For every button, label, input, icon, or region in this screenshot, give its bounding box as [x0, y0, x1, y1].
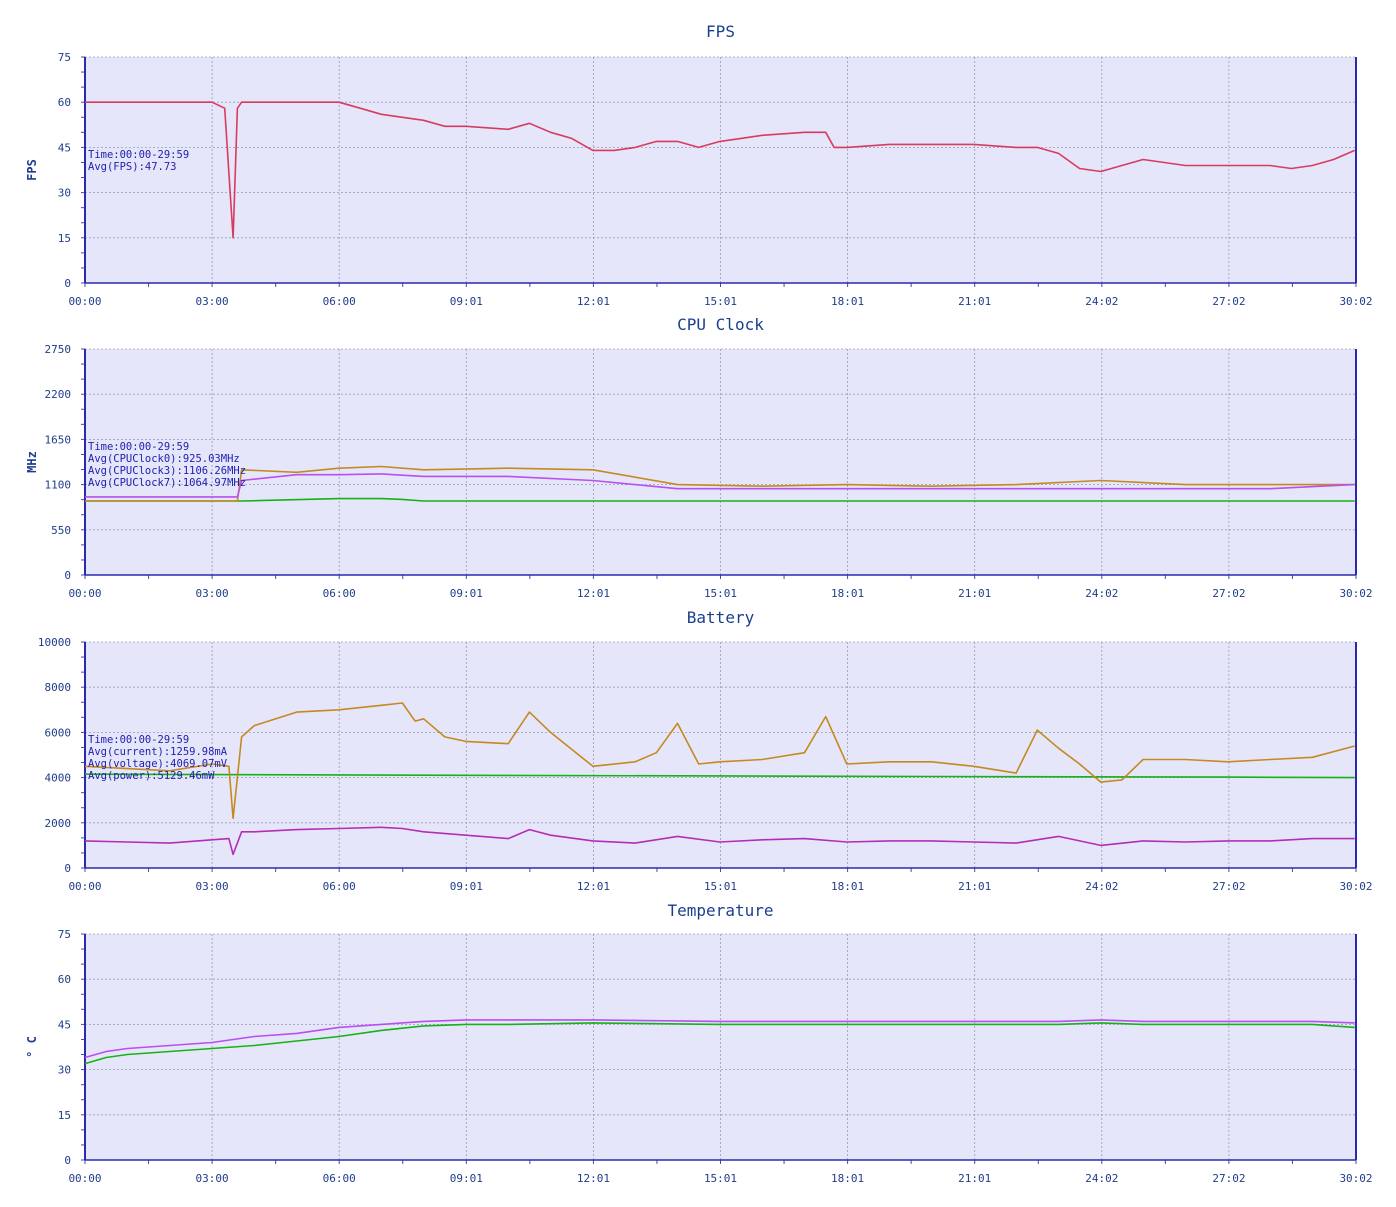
x-tick-label: 03:00: [196, 1172, 229, 1185]
x-tick-label: 06:00: [323, 295, 356, 308]
performance-charts: 0 15 30 45 60 75 00:00 03:00 06:00 09:01 12:01 15:0…: [25, 22, 1373, 1185]
x-tick-label: 06:00: [323, 587, 356, 600]
x-tick-label: 21:01: [958, 587, 991, 600]
x-tick-label: 00:00: [68, 587, 101, 600]
x-tick-label: 09:01: [450, 880, 483, 893]
annotation: Avg(current):1259.98mA: [88, 746, 228, 758]
y-tick-label: 2750: [45, 343, 72, 356]
x-tick-label: 12:01: [577, 587, 610, 600]
y-axis-label: MHz: [25, 451, 39, 473]
y-tick-label: 75: [58, 51, 71, 64]
x-tick-label: 18:01: [831, 1172, 864, 1185]
x-tick-label: 15:01: [704, 295, 737, 308]
annotation: Avg(CPUClock0):925.03MHz: [88, 453, 240, 465]
y-tick-label: 0: [64, 1154, 71, 1167]
y-axis-label: ° C: [25, 1036, 39, 1058]
y-axis-label: FPS: [25, 159, 39, 181]
y-tick-label: 2200: [45, 388, 72, 401]
x-tick-label: 21:01: [958, 880, 991, 893]
x-tick-label: 06:00: [323, 1172, 356, 1185]
y-tick-label: 550: [51, 524, 71, 537]
x-tick-label: 30:02: [1339, 295, 1372, 308]
x-tick-label: 27:02: [1212, 587, 1245, 600]
x-tick-label: 03:00: [196, 587, 229, 600]
y-tick-label: 0: [64, 862, 71, 875]
chart-title: CPU Clock: [677, 315, 764, 334]
x-tick-label: 24:02: [1085, 1172, 1118, 1185]
x-tick-label: 03:00: [196, 880, 229, 893]
x-tick-label: 12:01: [577, 1172, 610, 1185]
x-tick-label: 09:01: [450, 295, 483, 308]
y-tick-label: 15: [58, 1109, 71, 1122]
chart-title: Temperature: [668, 901, 774, 920]
x-tick-label: 27:02: [1212, 1172, 1245, 1185]
y-tick-label: 0: [64, 277, 71, 290]
y-tick-label: 15: [58, 232, 71, 245]
annotation: Time:00:00-29:59: [88, 149, 189, 161]
chart-title: FPS: [706, 22, 735, 41]
x-tick-label: 12:01: [577, 880, 610, 893]
y-tick-label: 45: [58, 141, 71, 154]
y-tick-label: 2000: [45, 817, 72, 830]
y-tick-label: 4000: [45, 772, 72, 785]
y-tick-label: 1100: [45, 479, 72, 492]
x-tick-label: 15:01: [704, 587, 737, 600]
x-tick-label: 30:02: [1339, 1172, 1372, 1185]
x-tick-label: 06:00: [323, 880, 356, 893]
y-tick-label: 45: [58, 1018, 71, 1031]
chart-panel-3: 0 2000 4000 6000 8000 10000 00:00 03:00 06:00 09:…: [38, 608, 1373, 893]
x-tick-label: 18:01: [831, 587, 864, 600]
annotation: Avg(CPUClock3):1106.26MHz: [88, 465, 246, 477]
annotation: Avg(power):5129.46mW: [88, 770, 215, 782]
x-tick-label: 09:01: [450, 587, 483, 600]
x-tick-label: 27:02: [1212, 880, 1245, 893]
x-tick-label: 24:02: [1085, 880, 1118, 893]
x-tick-label: 30:02: [1339, 880, 1372, 893]
x-tick-label: 09:01: [450, 1172, 483, 1185]
y-tick-label: 10000: [38, 636, 71, 649]
x-tick-label: 00:00: [68, 880, 101, 893]
chart-panel-2: 0 550 1100 1650 2200 2750 00:00 03:00 06:00 09:01…: [25, 315, 1373, 600]
annotation: Avg(CPUClock7):1064.97MHz: [88, 477, 246, 489]
y-tick-label: 0: [64, 569, 71, 582]
x-tick-label: 00:00: [68, 1172, 101, 1185]
annotation: Time:00:00-29:59: [88, 734, 189, 746]
chart-panel-4: 0 15 30 45 60 75 00:00 03:00 06:00 09:01 12:01 15:0…: [25, 901, 1373, 1185]
x-tick-label: 12:01: [577, 295, 610, 308]
x-tick-label: 21:01: [958, 295, 991, 308]
y-tick-label: 75: [58, 928, 71, 941]
annotation: Time:00:00-29:59: [88, 441, 189, 453]
x-tick-label: 30:02: [1339, 587, 1372, 600]
annotation: Avg(voltage):4069.07mV: [88, 758, 228, 770]
x-tick-label: 18:01: [831, 295, 864, 308]
y-tick-label: 6000: [45, 726, 72, 739]
y-tick-label: 30: [58, 187, 71, 200]
x-tick-label: 18:01: [831, 880, 864, 893]
x-tick-label: 27:02: [1212, 295, 1245, 308]
x-tick-label: 21:01: [958, 1172, 991, 1185]
y-tick-label: 8000: [45, 681, 72, 694]
chart-panel-1: 0 15 30 45 60 75 00:00 03:00 06:00 09:01 12:01 15:0…: [25, 22, 1373, 308]
x-tick-label: 03:00: [196, 295, 229, 308]
x-tick-label: 24:02: [1085, 587, 1118, 600]
y-tick-label: 1650: [45, 433, 72, 446]
chart-title: Battery: [687, 608, 755, 627]
y-tick-label: 60: [58, 96, 71, 109]
y-tick-label: 30: [58, 1064, 71, 1077]
annotation: Avg(FPS):47.73: [88, 161, 177, 173]
x-tick-label: 00:00: [68, 295, 101, 308]
x-tick-label: 15:01: [704, 1172, 737, 1185]
x-tick-label: 24:02: [1085, 295, 1118, 308]
x-tick-label: 15:01: [704, 880, 737, 893]
y-tick-label: 60: [58, 973, 71, 986]
